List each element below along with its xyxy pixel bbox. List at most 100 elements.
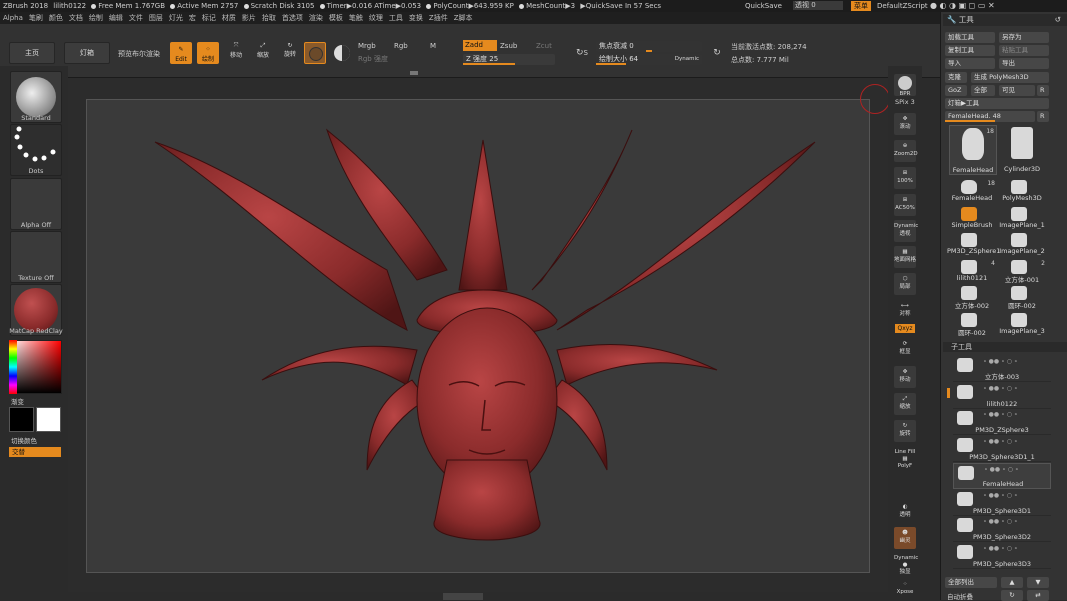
menu-item[interactable]: 模板 — [329, 14, 343, 22]
subtool-visibility-icon[interactable]: ∘ ●● ∘ ○ ∘ — [983, 358, 1018, 365]
tool-item[interactable]: SimpleBrush — [949, 205, 997, 231]
document-canvas[interactable] — [86, 99, 870, 573]
xpose-button[interactable]: ⁘ Xpose — [894, 578, 916, 600]
rgb-button[interactable]: Rgb — [394, 42, 408, 50]
menu-item[interactable]: 渲染 — [309, 14, 323, 22]
subtool-visibility-icon[interactable]: ∘ ●● ∘ ○ ∘ — [983, 492, 1018, 499]
menu-item[interactable]: Z插件 — [429, 14, 448, 22]
spix-slider[interactable]: SPix 3 — [895, 98, 915, 106]
bpr-button[interactable]: BPR — [894, 74, 916, 97]
edit-button[interactable]: ✎ Edit — [170, 42, 192, 64]
subtool-item[interactable]: ∘ ●● ∘ ○ ∘ 立方体-003 — [953, 356, 1051, 382]
menu-item[interactable]: 灯光 — [169, 14, 183, 22]
subtool-visibility-icon[interactable]: ∘ ●● ∘ ○ ∘ — [983, 518, 1018, 525]
ghost-button[interactable]: ☻ 幽灵 — [894, 527, 916, 549]
main-color-swatch[interactable] — [36, 407, 61, 432]
menu-item[interactable]: 文档 — [69, 14, 83, 22]
tool-item[interactable]: ImagePlane_2 — [999, 231, 1047, 257]
menu-item[interactable]: 绘制 — [89, 14, 103, 22]
subtool-visibility-icon[interactable]: ∘ ●● ∘ ○ ∘ — [984, 466, 1019, 473]
sculpt-model[interactable] — [87, 100, 871, 574]
hue-strip[interactable] — [9, 340, 17, 394]
subtool-item[interactable]: ∘ ●● ∘ ○ ∘ FemaleHead — [953, 462, 1051, 489]
r-button[interactable]: R — [1037, 85, 1049, 96]
transparency-button[interactable]: ◐ 透明 — [894, 501, 916, 523]
zsub-button[interactable]: Zsub — [500, 42, 517, 50]
menu-item[interactable]: 影片 — [242, 14, 256, 22]
subtool-item[interactable]: ∘ ●● ∘ ○ ∘ PM3D_Sphere3D2 — [953, 516, 1051, 543]
window-controls-icon[interactable]: ● ◐ ◑ ▣ ◻ ▭ ✕ — [930, 0, 995, 12]
secondary-color-swatch[interactable] — [9, 407, 34, 432]
rgb-intensity-slider[interactable]: Rgb 强度 — [358, 54, 388, 64]
shelf-scroll-handle[interactable] — [410, 71, 418, 75]
focal-shift-slider[interactable]: 焦点衰减 0 — [596, 41, 702, 52]
default-zscript[interactable]: DefaultZScript — [877, 0, 928, 12]
color-picker[interactable] — [9, 340, 62, 394]
subtool-visibility-icon[interactable]: ∘ ●● ∘ ○ ∘ — [983, 438, 1018, 445]
subtool-item[interactable]: ∘ ●● ∘ ○ ∘ PM3D_ZSphere3 — [953, 409, 1051, 436]
load-tool-button[interactable]: 加载工具 — [945, 32, 995, 43]
preview-bpr-button[interactable]: 预览布尔渲染 — [118, 49, 160, 59]
tool-item[interactable]: lilith0121 4 — [949, 258, 997, 284]
tool-item[interactable]: 圆环-002 — [999, 284, 1047, 310]
tool-item[interactable]: 立方体-002 — [949, 284, 997, 310]
perspective-button[interactable]: Dynamic 透视 — [894, 220, 918, 242]
subtool-item[interactable]: ∘ ●● ∘ ○ ∘ PM3D_Sphere3D1_1 — [953, 436, 1051, 463]
transparency-slider[interactable]: 透视 0 — [793, 1, 843, 10]
actual-size-button[interactable]: ⊞ 100% — [894, 167, 916, 189]
m-button[interactable]: M — [430, 42, 436, 50]
symmetry-button[interactable]: ⟷ 对称 — [894, 300, 916, 322]
menu-item[interactable]: 标记 — [202, 14, 216, 22]
tool-item[interactable]: ImagePlane_3 — [999, 311, 1047, 337]
move-down-icon[interactable]: ▼ — [1027, 577, 1049, 588]
zoom2d-button[interactable]: ⊕ Zoom2D — [894, 140, 918, 162]
menu-item[interactable]: 工具 — [389, 14, 403, 22]
material-sphere-icon[interactable] — [304, 42, 326, 64]
rotate-view-button[interactable]: ↻ 旋转 — [894, 420, 916, 442]
zcut-button[interactable]: Zcut — [536, 42, 552, 50]
swap-icon[interactable]: ⇄ — [1027, 590, 1049, 601]
list-all-button[interactable]: 全部列出 — [945, 577, 997, 588]
frame-button[interactable]: ⟳ 框显 — [894, 338, 916, 360]
scale-button[interactable]: ⤢ 缩放 — [252, 42, 274, 66]
scroll-button[interactable]: ✥ 滚动 — [894, 113, 916, 135]
clone-button[interactable]: 克隆 — [945, 72, 967, 83]
move-view-button[interactable]: ✥ 移动 — [894, 366, 916, 388]
solo-button[interactable]: Dynamic ● 独显 — [894, 553, 918, 575]
save-as-button[interactable]: 另存为 — [999, 32, 1049, 43]
local-button[interactable]: ⬡ 局部 — [894, 273, 916, 295]
menu-item[interactable]: Alpha — [3, 14, 23, 22]
quicksave-button[interactable]: QuickSave — [745, 0, 782, 12]
tool-item[interactable]: Cylinder3D — [999, 125, 1047, 175]
subtool-item[interactable]: ∘ ●● ∘ ○ ∘ PM3D_Sphere3D3 — [953, 543, 1051, 569]
subtool-item[interactable]: ∘ ●● ∘ ○ ∘ lilith0122 — [953, 383, 1051, 409]
z-intensity-slider[interactable]: Z 强度 25 — [463, 54, 555, 65]
subtool-item[interactable]: ∘ ●● ∘ ○ ∘ PM3D_Sphere3D1 — [953, 490, 1051, 516]
menu-item[interactable]: 宏 — [189, 14, 196, 22]
alternate-button[interactable]: 交替 — [9, 447, 61, 457]
lightbox-button[interactable]: 灯箱 — [64, 42, 110, 64]
menu-item[interactable]: 纹理 — [369, 14, 383, 22]
rotate-icon[interactable]: ↻ — [1001, 590, 1023, 601]
move-up-icon[interactable]: ▲ — [1001, 577, 1023, 588]
menu-item[interactable]: 颜色 — [49, 14, 63, 22]
tool-item[interactable]: 立方体-001 2 — [999, 258, 1047, 284]
rotate-button[interactable]: ↻ 旋转 — [279, 42, 301, 66]
tool-item[interactable]: PolyMesh3D — [999, 178, 1047, 204]
subtool-visibility-icon[interactable]: ∘ ●● ∘ ○ ∘ — [983, 545, 1018, 552]
current-tool-slider[interactable]: FemaleHead. 48 — [945, 111, 1035, 122]
tool-item[interactable]: ImagePlane_1 — [999, 205, 1047, 231]
home-button[interactable]: 主页 — [9, 42, 55, 64]
render-toggle-icon[interactable] — [331, 42, 353, 64]
goz-button[interactable]: GoZ — [945, 85, 967, 96]
tool-header[interactable]: 🔧 工具 ↺ — [943, 14, 1067, 26]
export-button[interactable]: 导出 — [999, 58, 1049, 69]
brush-size-icon[interactable]: ↻S — [571, 42, 593, 64]
ac50-button[interactable]: ⊞ AC50% — [894, 194, 916, 216]
canvas-scroll-handle[interactable] — [443, 593, 483, 600]
lightbox-tool-button[interactable]: 灯箱▶工具 — [945, 98, 1049, 109]
visible-button[interactable]: 可见 — [999, 85, 1035, 96]
subtool-scrollbar[interactable] — [947, 388, 950, 398]
subtool-visibility-icon[interactable]: ∘ ●● ∘ ○ ∘ — [983, 385, 1018, 392]
menu-item[interactable]: 图层 — [149, 14, 163, 22]
